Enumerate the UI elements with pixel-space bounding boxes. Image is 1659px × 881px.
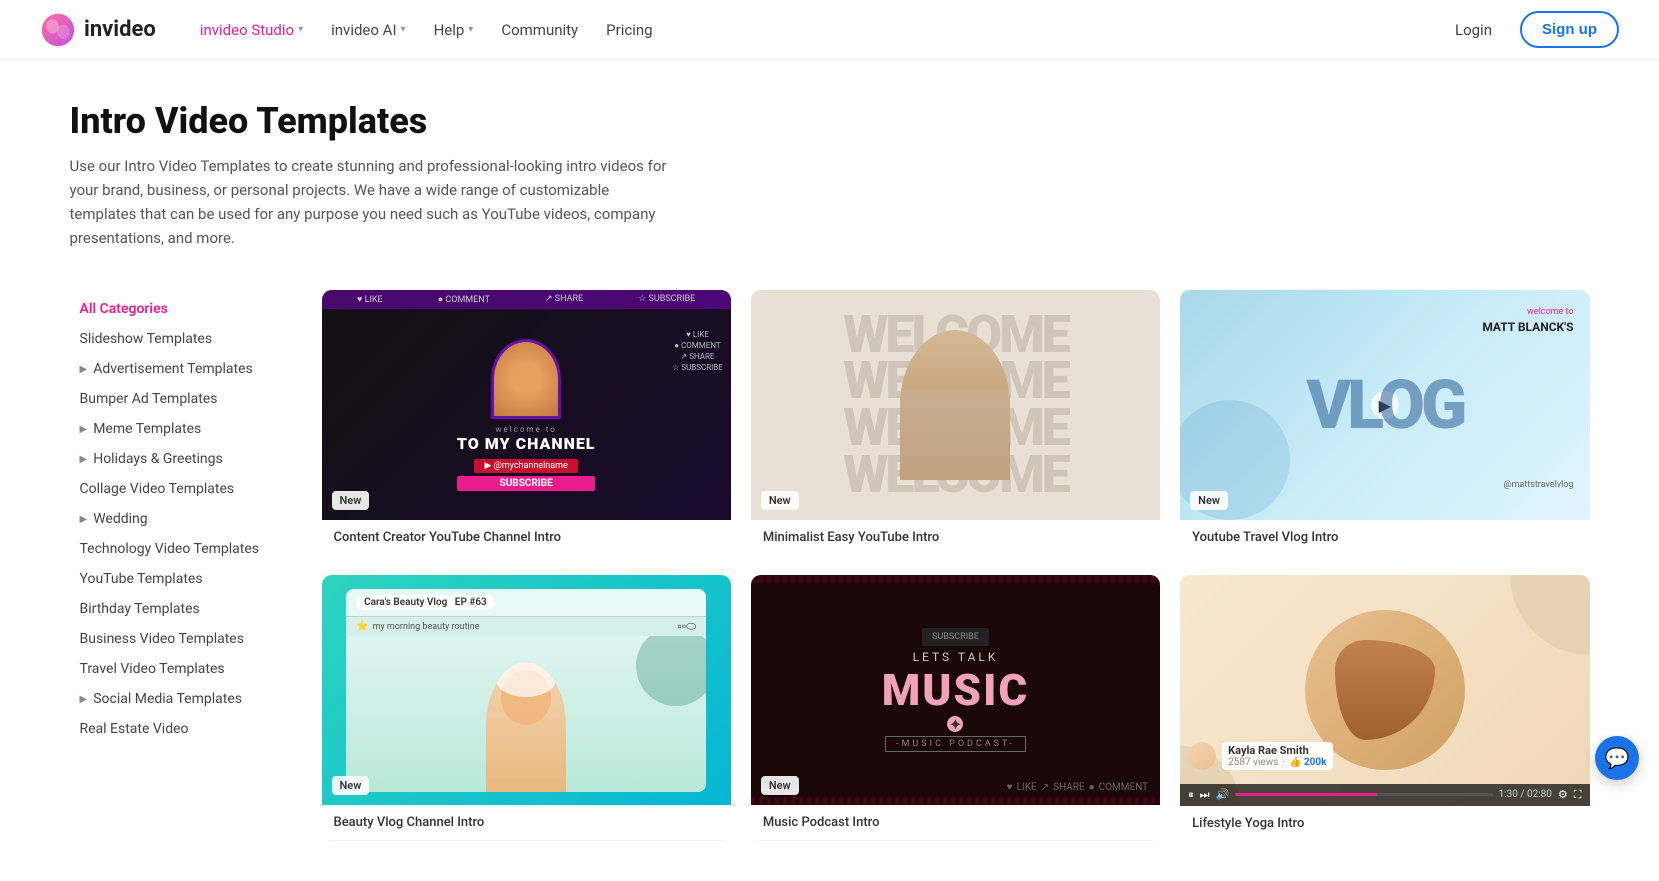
nav-ai[interactable]: invideo AI ▾ (319, 13, 417, 47)
template-card[interactable]: ⏸ ⏭ 🔊 1:30 / 02:80 ⚙ ⛶ Ka (1180, 575, 1589, 840)
ai-chevron-icon: ▾ (401, 24, 406, 35)
page-title: Intro Video Templates (70, 100, 1590, 142)
nav-studio[interactable]: invideo Studio ▾ (188, 13, 315, 47)
sidebar-item-label: Bumper Ad Templates (80, 391, 218, 407)
login-button[interactable]: Login (1443, 13, 1504, 47)
page-header: Intro Video Templates Use our Intro Vide… (70, 100, 1590, 250)
play-icon[interactable]: ⏸ (1188, 788, 1194, 802)
logo-text: invideo (84, 17, 156, 42)
new-badge: New (332, 491, 370, 510)
sidebar-item-birthday[interactable]: Birthday Templates (70, 594, 290, 624)
sidebar-item-label: Meme Templates (93, 421, 201, 437)
sidebar-item-label: Collage Video Templates (80, 481, 235, 497)
nav-community[interactable]: Community (489, 13, 590, 47)
sidebar-arrow-icon: ▶ (80, 424, 88, 435)
fullscreen-icon[interactable]: ⛶ (1574, 788, 1582, 802)
template-name: Youtube Travel Vlog Intro (1180, 520, 1589, 555)
logo-icon (40, 12, 76, 48)
template-thumbnail: ⏸ ⏭ 🔊 1:30 / 02:80 ⚙ ⛶ Ka (1180, 575, 1589, 805)
main-container: Intro Video Templates Use our Intro Vide… (30, 60, 1630, 881)
sidebar-arrow-icon: ▶ (80, 364, 88, 375)
templates-grid: ♥ LIKE● COMMENT↗ SHARE☆ SUBSCRIBE welcom… (322, 290, 1590, 841)
sidebar-item-youtube[interactable]: YouTube Templates (70, 564, 290, 594)
template-thumbnail: VLOG welcome toMATT BLANCK'S @mattstrave… (1180, 290, 1589, 520)
sidebar-item-label: Technology Video Templates (80, 541, 260, 557)
settings-icon[interactable]: ⚙ (1558, 788, 1568, 801)
template-card[interactable]: SUBSCRIBE LETS TALK MUSIC ✦ -MUSIC PODCA… (751, 575, 1160, 840)
template-name: Content Creator YouTube Channel Intro (322, 520, 731, 555)
template-card[interactable]: Cara's Beauty Vlog EP #63 ⭐ my morning b… (322, 575, 731, 840)
sidebar-item-meme[interactable]: ▶ Meme Templates (70, 414, 290, 444)
avatar (1188, 742, 1216, 770)
sidebar-arrow-icon: ▶ (80, 694, 88, 705)
template-thumbnail: Cara's Beauty Vlog EP #63 ⭐ my morning b… (322, 575, 731, 805)
page-description: Use our Intro Video Templates to create … (70, 154, 670, 250)
sidebar-item-label: Business Video Templates (80, 631, 244, 647)
template-card[interactable]: ♥ LIKE● COMMENT↗ SHARE☆ SUBSCRIBE welcom… (322, 290, 731, 555)
sidebar-item-label: Birthday Templates (80, 601, 200, 617)
sidebar-item-slideshow[interactable]: Slideshow Templates (70, 324, 290, 354)
template-name: Lifestyle Yoga Intro (1180, 806, 1589, 841)
chat-button[interactable]: 💬 (1595, 736, 1639, 780)
commenter-info: Kayla Rae Smith 2587 views · 👍 200k (1222, 742, 1332, 770)
sidebar-arrow-icon: ▶ (80, 454, 88, 465)
logo[interactable]: invideo (40, 12, 156, 48)
template-card[interactable]: WELCOMEWELCOMEWELCOMEWELCOME New Minimal… (751, 290, 1160, 555)
commenter-area: Kayla Rae Smith 2587 views · 👍 200k (1188, 742, 1332, 770)
nav-pricing[interactable]: Pricing (594, 13, 664, 47)
new-badge: New (761, 776, 799, 795)
help-chevron-icon: ▾ (468, 24, 473, 35)
sidebar-item-holidays[interactable]: ▶ Holidays & Greetings (70, 444, 290, 474)
sidebar-item-social-media[interactable]: ▶ Social Media Templates (70, 684, 290, 714)
nav-help[interactable]: Help ▾ (422, 13, 486, 47)
sidebar-item-all-categories[interactable]: All Categories (70, 294, 290, 324)
template-thumbnail: WELCOMEWELCOMEWELCOMEWELCOME New (751, 290, 1160, 520)
sidebar-item-bumper-ad[interactable]: Bumper Ad Templates (70, 384, 290, 414)
sidebar-item-label: Advertisement Templates (93, 361, 253, 377)
signup-button[interactable]: Sign up (1520, 11, 1619, 48)
template-name: Music Podcast Intro (751, 805, 1160, 840)
volume-icon[interactable]: 🔊 (1216, 788, 1230, 801)
template-name: Beauty Vlog Channel Intro (322, 805, 731, 840)
nav-right: Login Sign up (1443, 11, 1619, 48)
sidebar-item-real-estate[interactable]: Real Estate Video (70, 714, 290, 744)
template-card[interactable]: VLOG welcome toMATT BLANCK'S @mattstrave… (1180, 290, 1589, 555)
sidebar-item-business[interactable]: Business Video Templates (70, 624, 290, 654)
content-area: All Categories Slideshow Templates ▶ Advert… (70, 290, 1590, 841)
sidebar-item-label: Social Media Templates (93, 691, 242, 707)
sidebar-item-label: All Categories (80, 301, 168, 317)
sidebar-item-technology[interactable]: Technology Video Templates (70, 534, 290, 564)
sidebar: All Categories Slideshow Templates ▶ Advert… (70, 290, 290, 841)
sidebar-item-label: Holidays & Greetings (93, 451, 223, 467)
sidebar-item-label: Real Estate Video (80, 721, 189, 737)
sidebar-item-label: Slideshow Templates (80, 331, 213, 347)
template-thumbnail: ♥ LIKE● COMMENT↗ SHARE☆ SUBSCRIBE welcom… (322, 290, 731, 520)
sidebar-item-wedding[interactable]: ▶ Wedding (70, 504, 290, 534)
commenter-meta: 2587 views · 👍 200k (1228, 757, 1326, 768)
video-controls[interactable]: ⏸ ⏭ 🔊 1:30 / 02:80 ⚙ ⛶ (1180, 784, 1589, 806)
sidebar-item-label: Wedding (93, 511, 147, 527)
sidebar-item-label: YouTube Templates (80, 571, 203, 587)
sidebar-item-collage[interactable]: Collage Video Templates (70, 474, 290, 504)
sidebar-item-label: Travel Video Templates (80, 661, 225, 677)
new-badge: New (332, 776, 370, 795)
nav-links: invideo Studio ▾ invideo AI ▾ Help ▾ Com… (188, 13, 1443, 47)
template-thumbnail: SUBSCRIBE LETS TALK MUSIC ✦ -MUSIC PODCA… (751, 575, 1160, 805)
template-name: Minimalist Easy YouTube Intro (751, 520, 1160, 555)
commenter-name: Kayla Rae Smith (1228, 744, 1326, 757)
skip-icon[interactable]: ⏭ (1200, 788, 1210, 802)
sidebar-item-travel[interactable]: Travel Video Templates (70, 654, 290, 684)
new-badge: New (1190, 491, 1228, 510)
sidebar-arrow-icon: ▶ (80, 514, 88, 525)
navbar: invideo invideo Studio ▾ invideo AI ▾ He… (0, 0, 1659, 60)
studio-chevron-icon: ▾ (298, 24, 303, 35)
new-badge: New (761, 491, 799, 510)
sidebar-item-advertisement[interactable]: ▶ Advertisement Templates (70, 354, 290, 384)
